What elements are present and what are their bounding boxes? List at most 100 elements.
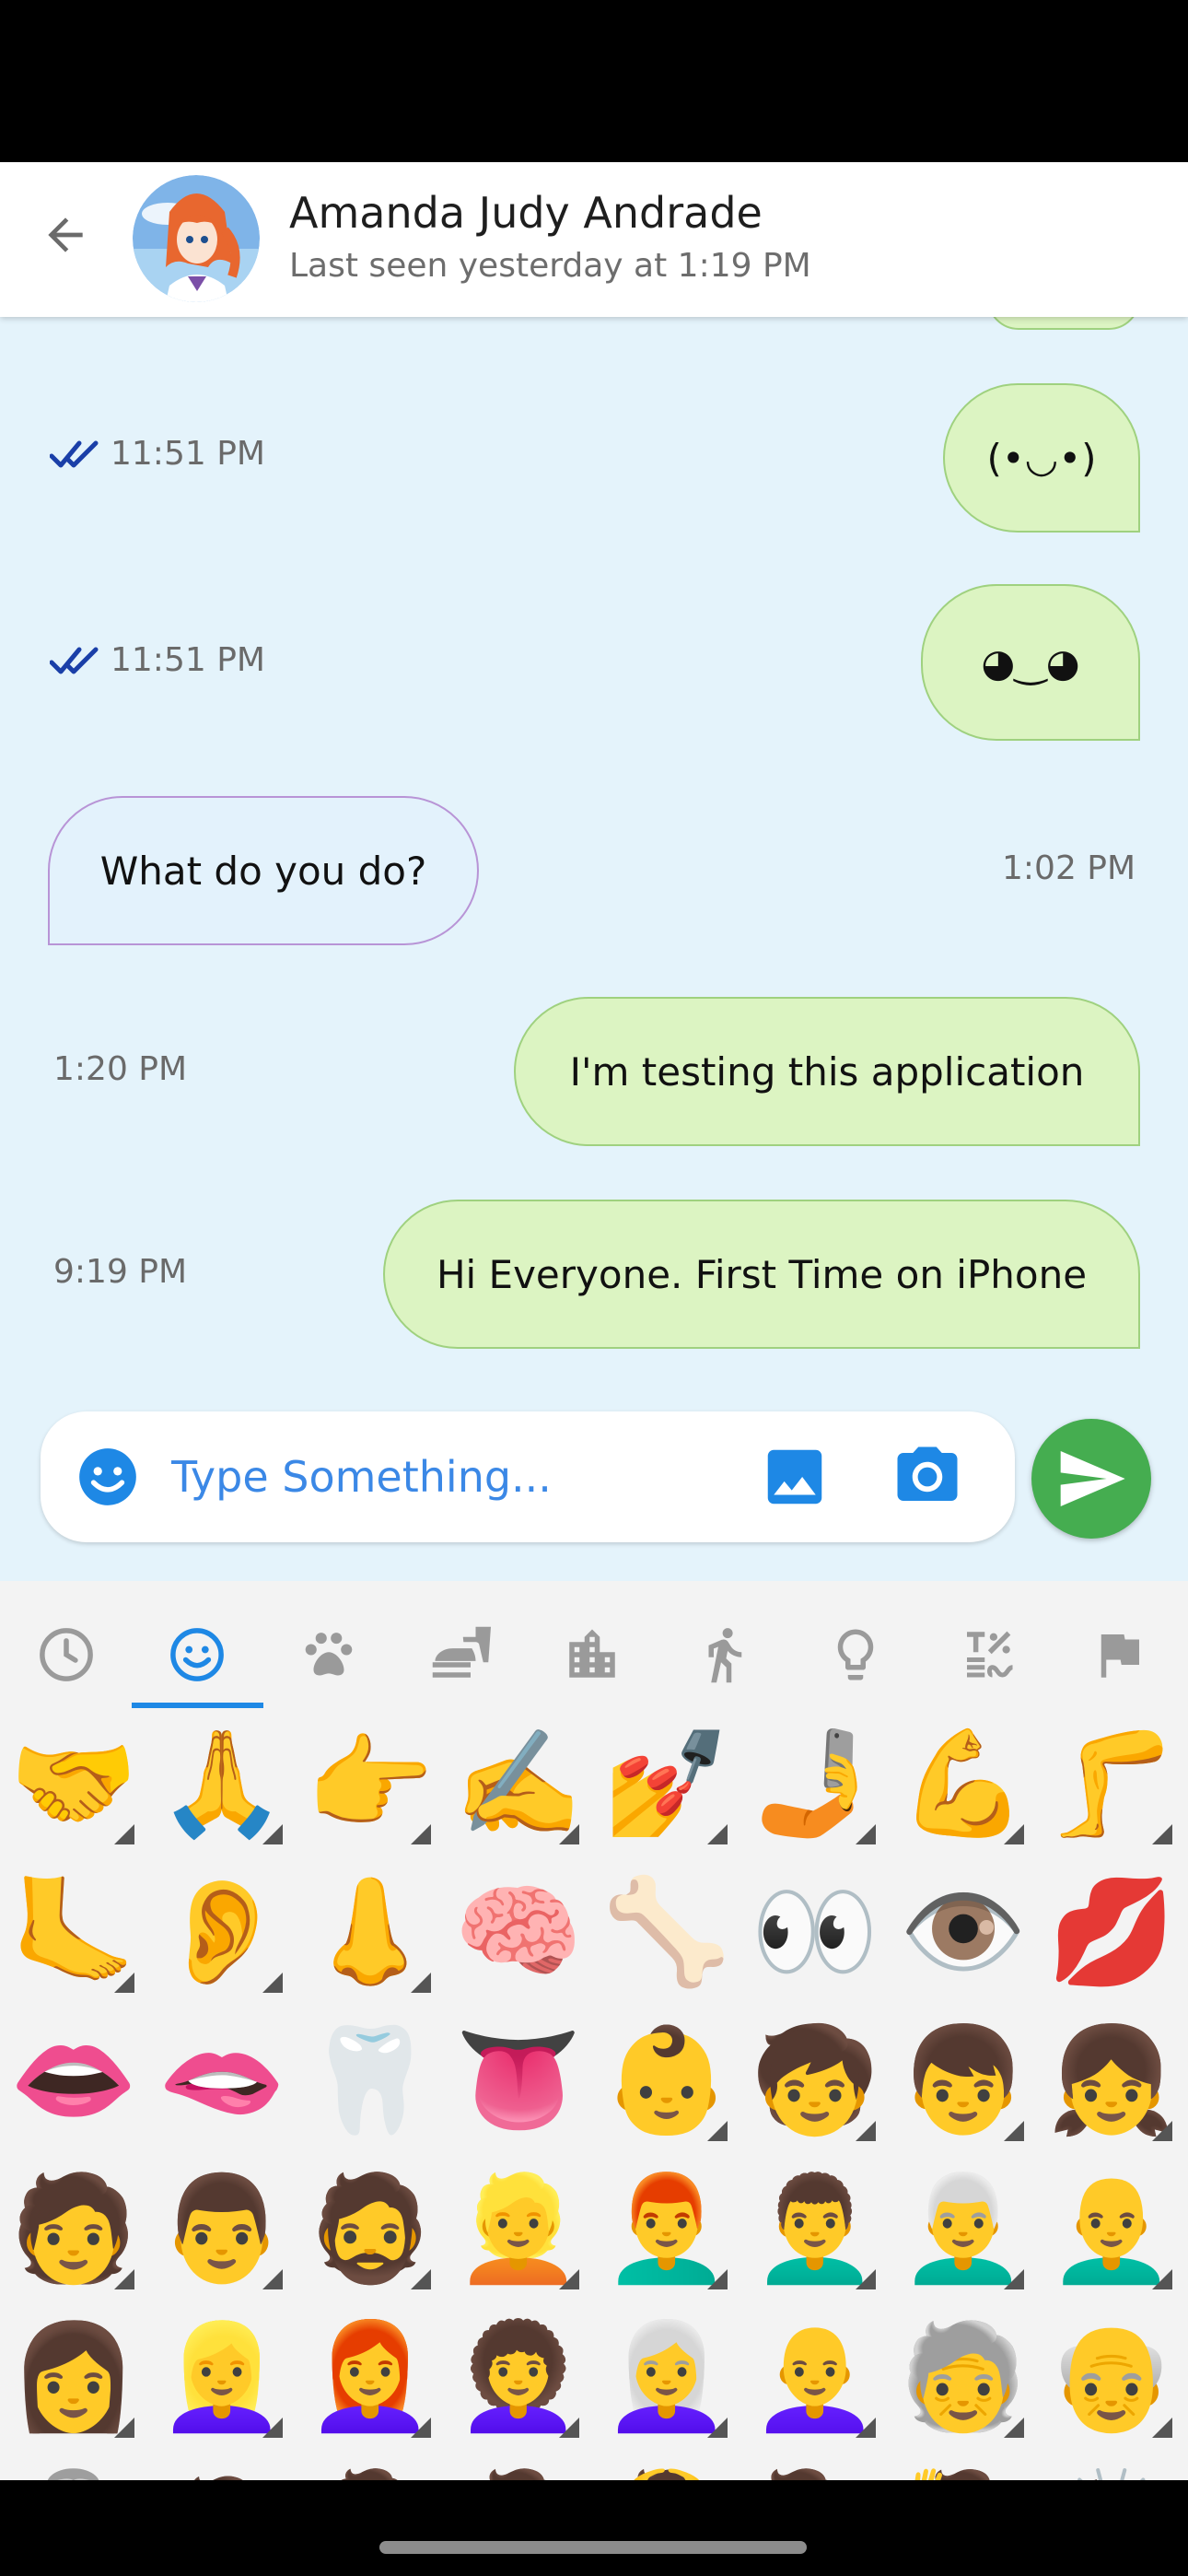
message-text: I'm testing this application	[569, 1048, 1085, 1095]
tab-places[interactable]	[548, 1610, 636, 1699]
emoji-key[interactable]: 👩‍🦰	[297, 2303, 444, 2451]
emoji-key[interactable]: 👁️	[890, 1858, 1037, 2006]
message-meta: 11:51 PM	[50, 435, 265, 473]
emoji-key[interactable]: 👂	[148, 1858, 296, 2006]
message-text: ◕‿◕	[981, 639, 1080, 685]
emoji-key[interactable]: 🙅	[445, 2452, 592, 2484]
tab-food[interactable]	[416, 1610, 505, 1699]
emoji-key[interactable]: 👃	[297, 1858, 444, 2006]
emoji-key[interactable]: 👨‍🦰	[593, 2155, 740, 2302]
message-time: 11:51 PM	[111, 435, 265, 473]
tab-smileys[interactable]	[153, 1610, 241, 1699]
message-composer	[41, 1411, 1015, 1542]
arrow-left-icon	[48, 217, 83, 252]
emoji-key[interactable]: 👨	[148, 2155, 296, 2302]
message-time: 11:51 PM	[111, 641, 265, 679]
contact-avatar[interactable]	[133, 175, 260, 302]
emoji-key[interactable]: 💋	[1038, 1858, 1185, 2006]
emoji-key[interactable]: 👦	[890, 2007, 1037, 2154]
emoji-key[interactable]: 🙆	[593, 2452, 740, 2484]
emoji-key[interactable]: 👉	[297, 1710, 444, 1857]
emoji-key[interactable]: 👵	[0, 2452, 147, 2484]
emoji-key[interactable]: 🤳	[741, 1710, 889, 1857]
emoji-key[interactable]: 💪	[890, 1710, 1037, 1857]
emoji-key[interactable]: 💁	[741, 2452, 889, 2484]
emoji-key[interactable]: 👅	[445, 2007, 592, 2154]
smiley-icon	[79, 1448, 136, 1505]
home-indicator[interactable]	[379, 2541, 807, 2554]
message-text: What do you do?	[99, 848, 427, 894]
message-bubble-outgoing[interactable]: (•◡•)	[943, 383, 1140, 533]
emoji-key[interactable]: 🙎	[297, 2452, 444, 2484]
lightbulb-icon	[837, 1629, 874, 1680]
emoji-key[interactable]: 👩‍🦱	[445, 2303, 592, 2451]
emoji-key[interactable]: 👨‍🦱	[741, 2155, 889, 2302]
emoji-key[interactable]: 👩‍🦲	[741, 2303, 889, 2451]
send-icon	[1060, 1451, 1125, 1506]
emoji-key[interactable]: 🙇	[1038, 2452, 1185, 2484]
food-icon	[432, 1626, 491, 1678]
message-bubble-incoming[interactable]: What do you do?	[48, 796, 479, 945]
message-time: 1:20 PM	[53, 1050, 188, 1088]
message-bubble-outgoing[interactable]: ◕‿◕	[921, 584, 1140, 741]
emoji-key[interactable]: 💅	[593, 1710, 740, 1857]
emoji-toggle-button[interactable]	[74, 1443, 142, 1511]
emoji-key[interactable]: 👩‍🦳	[593, 2303, 740, 2451]
message-time: 1:02 PM	[1002, 849, 1136, 887]
message-bubble-outgoing[interactable]: I'm testing this application	[514, 997, 1140, 1146]
camera-button[interactable]	[891, 1441, 963, 1513]
emoji-key[interactable]: 🤝	[0, 1710, 147, 1857]
tab-objects[interactable]	[811, 1610, 900, 1699]
emoji-key[interactable]: 👀	[741, 1858, 889, 2006]
message-list[interactable]: 11:51 PM (•◡•) 11:51 PM ◕‿◕ What do you …	[0, 317, 1188, 1386]
emoji-key[interactable]: 🦶	[0, 1858, 147, 2006]
flag-icon	[1101, 1634, 1139, 1678]
tab-activities[interactable]	[680, 1610, 768, 1699]
emoji-key[interactable]: 🦵	[1038, 1710, 1185, 1857]
clock-icon	[40, 1628, 93, 1681]
double-check-icon	[50, 440, 99, 467]
emoji-key[interactable]: 🧑	[0, 2155, 147, 2302]
emoji-key[interactable]: 🧠	[445, 1858, 592, 2006]
emoji-key[interactable]: 👴	[1038, 2303, 1185, 2451]
emoji-key[interactable]: 🙋	[890, 2452, 1037, 2484]
tab-recent[interactable]	[22, 1610, 111, 1699]
back-button[interactable]	[31, 201, 99, 269]
emoji-category-tabs	[0, 1581, 1188, 1710]
emoji-key[interactable]: 🫦	[148, 2007, 296, 2154]
emoji-key[interactable]: 🧓	[890, 2303, 1037, 2451]
emoji-key[interactable]: 👱	[445, 2155, 592, 2302]
tab-animals[interactable]	[285, 1610, 373, 1699]
emoji-key[interactable]: 👱‍♀️	[148, 2303, 296, 2451]
emoji-key[interactable]: 👩	[0, 2303, 147, 2451]
selected-tab-indicator	[132, 1703, 263, 1708]
emoji-key[interactable]: ✍️	[445, 1710, 592, 1857]
emoji-key[interactable]: 🧒	[741, 2007, 889, 2154]
image-icon	[767, 1449, 822, 1505]
emoji-key[interactable]: 🦷	[297, 2007, 444, 2154]
contact-name[interactable]: Amanda Judy Andrade	[289, 188, 763, 238]
emoji-key[interactable]: 🙏	[148, 1710, 296, 1857]
camera-icon	[897, 1446, 958, 1501]
attach-image-button[interactable]	[759, 1441, 831, 1513]
system-nav-bar	[0, 2480, 1188, 2576]
message-bubble-outgoing[interactable]: Hi Everyone. First Time on iPhone	[383, 1200, 1140, 1349]
emoji-key[interactable]: 👄	[0, 2007, 147, 2154]
emoji-key[interactable]: 👶	[593, 2007, 740, 2154]
tab-flags[interactable]	[1075, 1610, 1163, 1699]
message-input[interactable]	[171, 1437, 761, 1516]
emoji-key[interactable]: 🦴	[593, 1858, 740, 2006]
tab-symbols[interactable]	[943, 1610, 1031, 1699]
emoji-key[interactable]: 🧔	[297, 2155, 444, 2302]
emoji-key[interactable]: 👨‍🦲	[1038, 2155, 1185, 2302]
emoji-key[interactable]: 👨‍🦳	[890, 2155, 1037, 2302]
partial-message-bubble	[987, 317, 1140, 330]
status-bar	[0, 0, 1188, 162]
double-check-icon	[50, 647, 99, 673]
message-meta: 11:51 PM	[50, 641, 265, 679]
emoji-key[interactable]: 👧	[1038, 2007, 1185, 2154]
emoji-key[interactable]: 🙍	[148, 2452, 296, 2484]
emoji-picker: 🤝 🙏 👉 ✍️ 💅 🤳 💪 🦵 🦶 👂 👃 🧠 🦴 👀 👁️ 💋 👄 🫦 🦷 …	[0, 1581, 1188, 2484]
send-button[interactable]	[1031, 1419, 1151, 1539]
building-icon	[569, 1629, 615, 1678]
